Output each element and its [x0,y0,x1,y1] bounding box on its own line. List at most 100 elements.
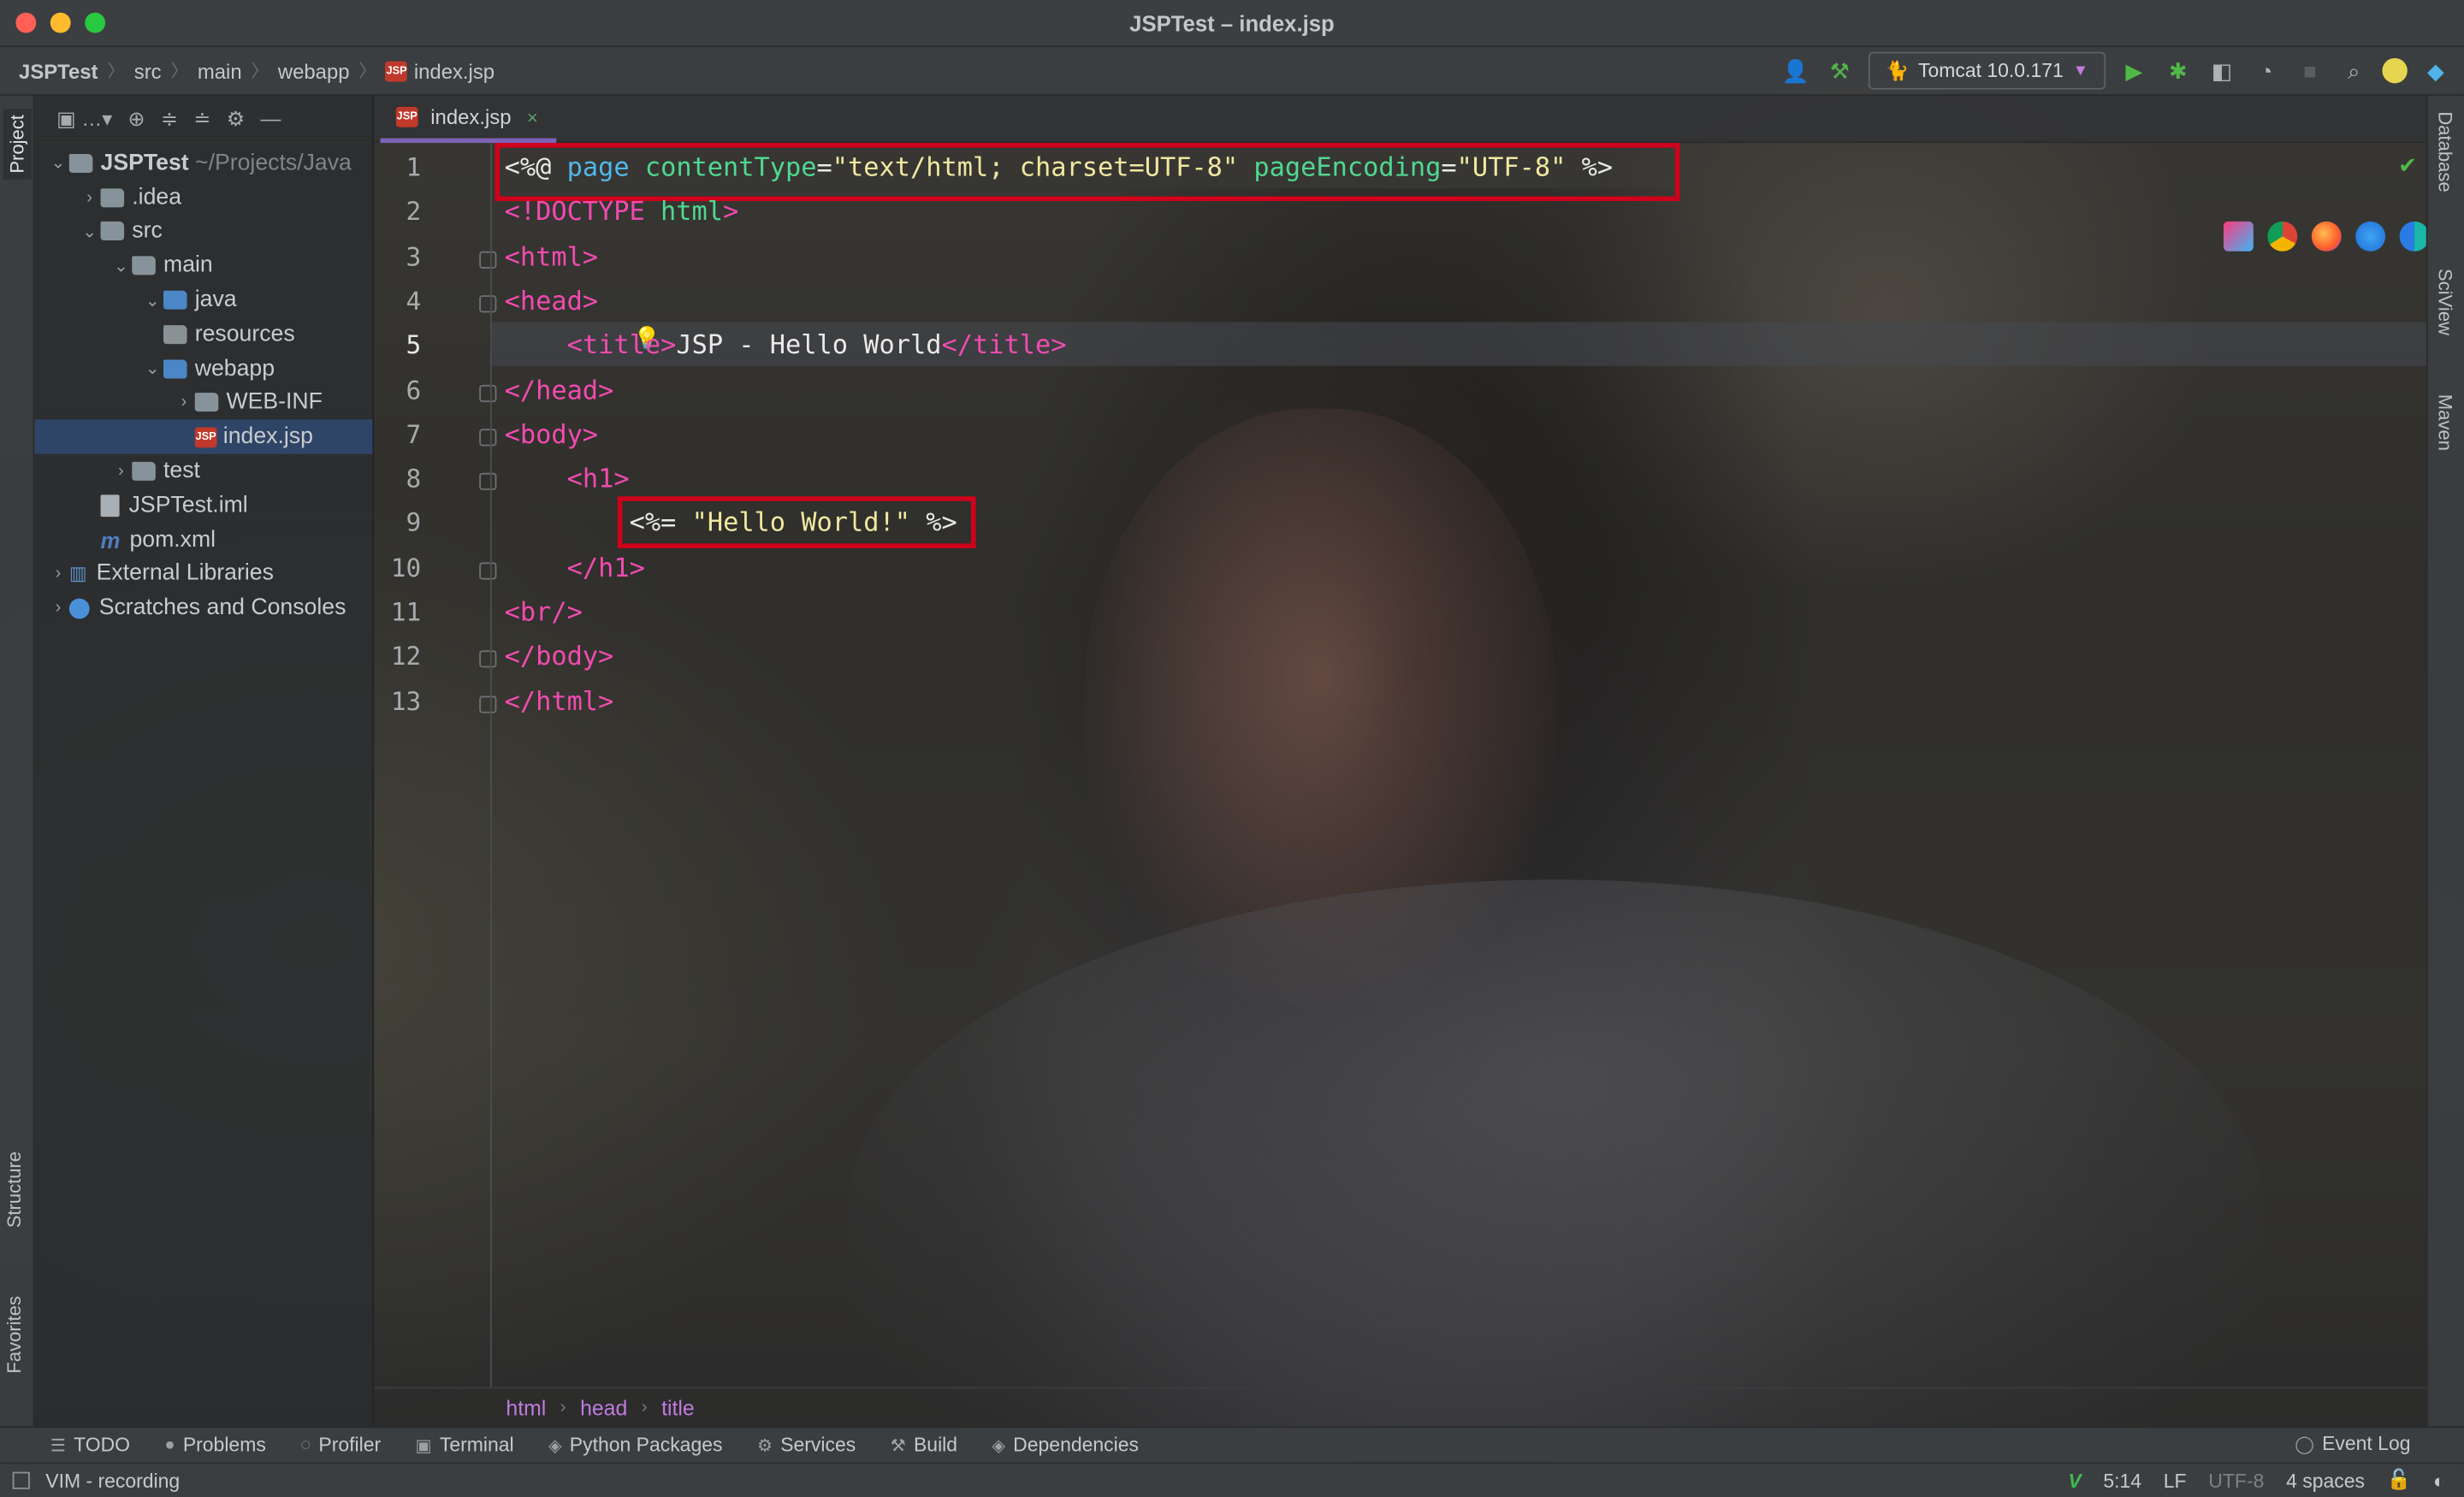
tree-item[interactable]: › .idea [34,180,372,215]
safari-icon[interactable] [2355,221,2386,251]
code-line[interactable]: <body> [505,413,598,457]
tree-item[interactable]: ⌄ src [34,215,372,249]
toolbox-icon[interactable]: ◆ [2420,55,2452,86]
tool-window-build[interactable]: ⚒ Build [891,1435,957,1457]
code-line[interactable]: <br/> [505,590,583,634]
code-line[interactable]: <!DOCTYPE html> [505,191,739,234]
debug-bug-icon[interactable]: ✱ [2162,55,2194,86]
hide-panel-icon[interactable]: — [261,107,281,131]
code-editor[interactable]: 1 2 3 4 5 6 7 8 9 10 11 12 13 💡 ✔ <%@ page contentTy… [374,143,2430,1388]
code-line[interactable]: </html> [505,679,614,723]
breadcrumb-file[interactable]: index.jsp [414,59,495,83]
code-area[interactable]: 💡 ✔ <%@ page contentType="text/html; cha… [490,143,2430,1388]
line-number[interactable]: 4 [374,286,422,316]
close-tab-icon[interactable]: × [527,106,538,128]
project-view-selector-icon[interactable]: ▣ …▾ [56,106,112,131]
gear-icon[interactable]: ⚙ [227,106,245,131]
line-number[interactable]: 3 [374,241,422,271]
breadcrumb-project[interactable]: JSPTest [19,59,98,83]
run-configuration-selector[interactable]: 🐈 Tomcat 10.0.171 ▼ [1868,51,2106,90]
chevron-right-icon[interactable]: › [173,393,195,412]
build-hammer-icon[interactable]: ⚒ [1824,55,1856,86]
line-number[interactable]: 8 [374,464,422,494]
chevron-down-icon[interactable]: ⌄ [110,256,133,276]
database-tool-tab[interactable]: Database [2434,111,2456,192]
tool-window-profiler[interactable]: ◌ Profiler [300,1435,381,1457]
firefox-icon[interactable] [2311,221,2342,251]
line-number[interactable]: 13 [374,686,421,716]
line-number[interactable]: 7 [374,419,422,449]
code-line[interactable]: <h1> [505,458,630,501]
editor-crumb-head[interactable]: head [580,1396,627,1420]
sciview-tool-tab[interactable]: SciView [2434,269,2456,335]
caret-position[interactable]: 5:14 [2103,1470,2141,1492]
line-number[interactable]: 1 [374,152,422,182]
chevron-right-icon[interactable]: › [110,462,133,481]
tool-window-terminal[interactable]: ▣ Terminal [416,1435,514,1457]
tool-window-problems[interactable]: ● Problems [164,1435,265,1457]
tab-index-jsp[interactable]: JSP index.jsp × [380,96,557,144]
coverage-icon[interactable]: ◧ [2206,55,2238,86]
line-number[interactable]: 10 [374,553,421,583]
event-log-button[interactable]: ◯ Event Log [2295,1433,2410,1455]
tree-item[interactable]: ⌄ webapp [34,352,372,386]
chrome-icon[interactable] [2267,221,2298,251]
tree-item[interactable]: ⌄ JSPTest ~/Projects/Java [34,146,372,180]
user-icon[interactable]: 👤 [1780,55,1811,86]
tree-item[interactable]: › ▥ External Libraries [34,557,372,591]
line-number[interactable]: 11 [374,597,421,627]
expand-all-icon[interactable]: ≑ [161,106,178,131]
chevron-right-icon[interactable]: › [47,599,69,618]
collapse-all-icon[interactable]: ≐ [193,106,210,131]
code-line[interactable]: <head> [505,280,598,323]
code-line[interactable]: <%= "Hello World!" %> [505,501,957,545]
line-number[interactable]: 2 [374,197,422,227]
breadcrumb-src[interactable]: src [134,59,162,83]
profile-icon[interactable]: ◔ [2250,55,2282,86]
ide-features-icon[interactable] [2382,57,2408,84]
tool-window-python-packages[interactable]: ◈ Python Packages [548,1435,722,1457]
tree-item[interactable]: ⌄ java [34,283,372,317]
tool-window-dependencies[interactable]: ◈ Dependencies [992,1435,1139,1457]
tree-item[interactable]: JSPTest.iml [34,488,372,523]
tool-window-todo[interactable]: ☰ TODO [50,1435,130,1457]
project-tool-tab[interactable]: Project [3,108,32,180]
inspection-profile-icon[interactable]: ◐ [2433,1470,2445,1492]
ideavim-icon[interactable]: V [2068,1470,2081,1492]
locate-file-icon[interactable]: ⊕ [128,106,145,131]
lock-icon[interactable]: 🔓 [2387,1469,2412,1493]
favorites-tool-tab[interactable]: Favorites [3,1296,26,1374]
tree-item[interactable]: › test [34,454,372,488]
breadcrumb-webapp[interactable]: webapp [278,59,350,83]
tree-item[interactable]: ⌄ main [34,249,372,283]
code-line[interactable]: <title>JSP - Hello World</title> [505,324,1067,368]
stop-icon[interactable]: ■ [2295,55,2326,86]
code-line[interactable]: <html> [505,235,598,279]
code-line[interactable]: <%@ page contentType="text/html; charset… [505,146,1614,190]
breadcrumb-main[interactable]: main [198,59,242,83]
edge-icon[interactable] [2399,221,2430,251]
search-icon[interactable]: ⌕ [2338,55,2370,86]
code-line[interactable]: </body> [505,635,614,678]
editor-crumb-html[interactable]: html [506,1396,546,1420]
chevron-down-icon[interactable]: ⌄ [141,290,163,311]
line-number[interactable]: 9 [374,508,422,538]
maven-tool-tab[interactable]: Maven [2434,394,2456,451]
intellij-browser-icon[interactable] [2223,221,2254,251]
code-line[interactable]: </h1> [505,546,645,589]
tree-item[interactable]: JSP index.jsp [34,419,373,455]
tree-item[interactable]: m pom.xml [34,523,372,557]
chevron-right-icon[interactable]: › [79,188,101,207]
toggle-tool-windows-icon[interactable] [12,1471,30,1489]
tool-window-services[interactable]: ⚙ Services [757,1435,856,1457]
run-icon[interactable]: ▶ [2118,55,2150,86]
line-number[interactable]: 5 [374,330,422,360]
chevron-down-icon[interactable]: ⌄ [141,358,163,379]
line-ending[interactable]: LF [2164,1470,2187,1492]
code-line[interactable]: </head> [505,369,614,412]
line-number[interactable]: 12 [374,642,421,672]
chevron-down-icon[interactable]: ⌄ [79,222,101,242]
indent-setting[interactable]: 4 spaces [2286,1470,2365,1492]
file-encoding[interactable]: UTF-8 [2208,1470,2264,1492]
line-number[interactable]: 6 [374,375,422,405]
